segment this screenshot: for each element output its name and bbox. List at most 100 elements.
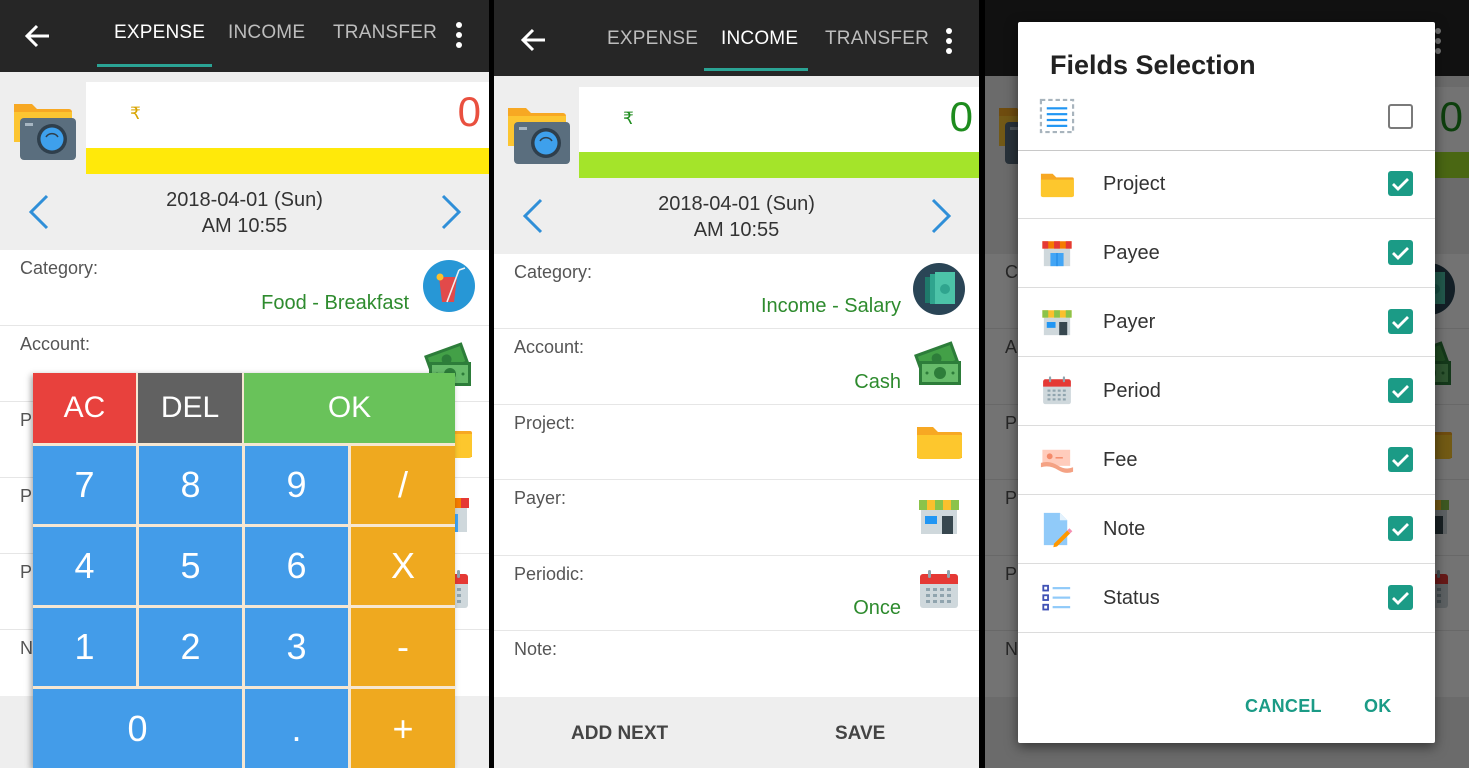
select-all-row[interactable] <box>1018 84 1435 151</box>
field-option-project[interactable]: Project <box>1018 151 1435 219</box>
note-icon <box>1038 510 1076 548</box>
field-label: P <box>20 410 33 430</box>
field-note[interactable]: Note: <box>494 631 979 697</box>
ok-button[interactable]: OK <box>1364 696 1392 717</box>
key-plus[interactable]: + <box>351 689 455 768</box>
field-value: Once <box>853 597 901 619</box>
option-label: Period <box>1103 380 1161 402</box>
key-dot[interactable]: . <box>245 689 348 768</box>
field-label: Account: <box>514 337 585 357</box>
key-8[interactable]: 8 <box>139 446 242 524</box>
key-ok[interactable]: OK <box>244 373 455 443</box>
fields-selection-dialog: Fields Selection Project Payee Payer Per… <box>1018 22 1435 743</box>
field-category[interactable]: Category: Food - Breakfast <box>0 250 489 326</box>
option-label: Note <box>1103 518 1146 540</box>
tab-expense[interactable]: EXPENSE <box>607 28 698 50</box>
payee-shop-icon <box>1038 234 1076 272</box>
photo-attach-icon[interactable] <box>12 96 78 162</box>
income-screen: EXPENSE INCOME TRANSFER ₹ 0 2018-04-01 (… <box>494 0 979 768</box>
field-category[interactable]: Category: Income - Salary <box>494 254 979 329</box>
next-date-icon[interactable] <box>930 198 952 234</box>
key-ac[interactable]: AC <box>33 373 136 443</box>
key-4[interactable]: 4 <box>33 527 136 605</box>
checkbox-checked[interactable] <box>1388 309 1413 334</box>
back-arrow-icon[interactable] <box>518 24 550 56</box>
key-0[interactable]: 0 <box>33 689 242 768</box>
photo-attach-icon[interactable] <box>506 100 572 166</box>
next-date-icon[interactable] <box>440 194 462 230</box>
key-divide[interactable]: / <box>351 446 455 524</box>
field-label: Account: <box>20 334 91 354</box>
field-option-payer[interactable]: Payer <box>1018 289 1435 357</box>
field-project[interactable]: Project: <box>494 405 979 480</box>
key-del[interactable]: DEL <box>138 373 242 443</box>
overflow-menu-icon[interactable] <box>455 22 463 50</box>
date-time[interactable]: 2018-04-01 (Sun) AM 10:55 <box>494 191 979 243</box>
payer-shop-icon <box>1038 303 1076 341</box>
amount-color-bar <box>579 152 979 178</box>
overflow-menu-icon[interactable] <box>945 28 953 56</box>
fields-selection-screen: 0 C A P P P N Fields Selection Project <box>985 0 1469 768</box>
key-9[interactable]: 9 <box>245 446 348 524</box>
select-all-checkbox[interactable] <box>1388 104 1413 129</box>
calendar-icon <box>913 564 965 616</box>
field-label: Project: <box>514 413 576 433</box>
back-arrow-icon[interactable] <box>22 20 54 52</box>
checkbox-checked[interactable] <box>1388 171 1413 196</box>
tab-income[interactable]: INCOME <box>721 28 798 50</box>
field-label: P <box>20 562 33 582</box>
field-payer[interactable]: Payer: <box>494 480 979 556</box>
tab-transfer[interactable]: TRANSFER <box>333 22 437 44</box>
save-button[interactable]: SAVE <box>835 723 885 745</box>
option-label: Status <box>1103 587 1160 609</box>
add-next-button[interactable]: ADD NEXT <box>571 723 668 745</box>
option-label: Project <box>1103 173 1166 195</box>
option-label: Payer <box>1103 311 1156 333</box>
folder-icon <box>1038 165 1076 203</box>
field-label: Category: <box>514 262 593 282</box>
checkbox-checked[interactable] <box>1388 447 1413 472</box>
field-account[interactable]: Account: Cash <box>494 329 979 405</box>
amount-value: 0 <box>457 88 481 135</box>
field-option-period[interactable]: Period <box>1018 358 1435 426</box>
checkbox-checked[interactable] <box>1388 240 1413 265</box>
date-time[interactable]: 2018-04-01 (Sun) AM 10:55 <box>0 187 489 239</box>
checkbox-checked[interactable] <box>1388 378 1413 403</box>
field-value: Food - Breakfast <box>261 292 409 314</box>
tab-transfer[interactable]: TRANSFER <box>825 28 929 50</box>
field-option-note[interactable]: Note <box>1018 496 1435 564</box>
amount-input[interactable]: ₹ 0 <box>86 82 489 174</box>
select-all-icon <box>1038 97 1076 135</box>
fee-icon <box>1038 441 1076 479</box>
key-2[interactable]: 2 <box>139 608 242 686</box>
key-multiply[interactable]: X <box>351 527 455 605</box>
cancel-button[interactable]: CANCEL <box>1245 696 1322 717</box>
tab-indicator <box>704 68 808 71</box>
currency-symbol: ₹ <box>130 104 141 123</box>
field-value: Cash <box>854 371 901 393</box>
key-7[interactable]: 7 <box>33 446 136 524</box>
key-1[interactable]: 1 <box>33 608 136 686</box>
key-5[interactable]: 5 <box>139 527 242 605</box>
key-3[interactable]: 3 <box>245 608 348 686</box>
bottom-bar: ADD NEXT SAVE <box>494 697 979 768</box>
key-6[interactable]: 6 <box>245 527 348 605</box>
field-option-payee[interactable]: Payee <box>1018 220 1435 288</box>
option-label: Payee <box>1103 242 1160 264</box>
field-label: Category: <box>20 258 99 278</box>
tab-expense[interactable]: EXPENSE <box>114 22 205 44</box>
tab-indicator <box>97 64 212 67</box>
app-bar: EXPENSE INCOME TRANSFER <box>0 0 489 72</box>
time-text: AM 10:55 <box>201 215 288 237</box>
amount-input[interactable]: ₹ 0 <box>579 87 979 178</box>
field-option-fee[interactable]: Fee <box>1018 427 1435 495</box>
expense-screen: EXPENSE INCOME TRANSFER ₹ 0 2018-04-01 (… <box>0 0 489 768</box>
checkbox-checked[interactable] <box>1388 516 1413 541</box>
tab-income[interactable]: INCOME <box>228 22 305 44</box>
checkbox-checked[interactable] <box>1388 585 1413 610</box>
field-label: Periodic: <box>514 564 585 584</box>
key-minus[interactable]: - <box>351 608 455 686</box>
field-option-status[interactable]: Status <box>1018 565 1435 633</box>
time-text: AM 10:55 <box>693 219 780 241</box>
field-periodic[interactable]: Periodic: Once <box>494 556 979 631</box>
